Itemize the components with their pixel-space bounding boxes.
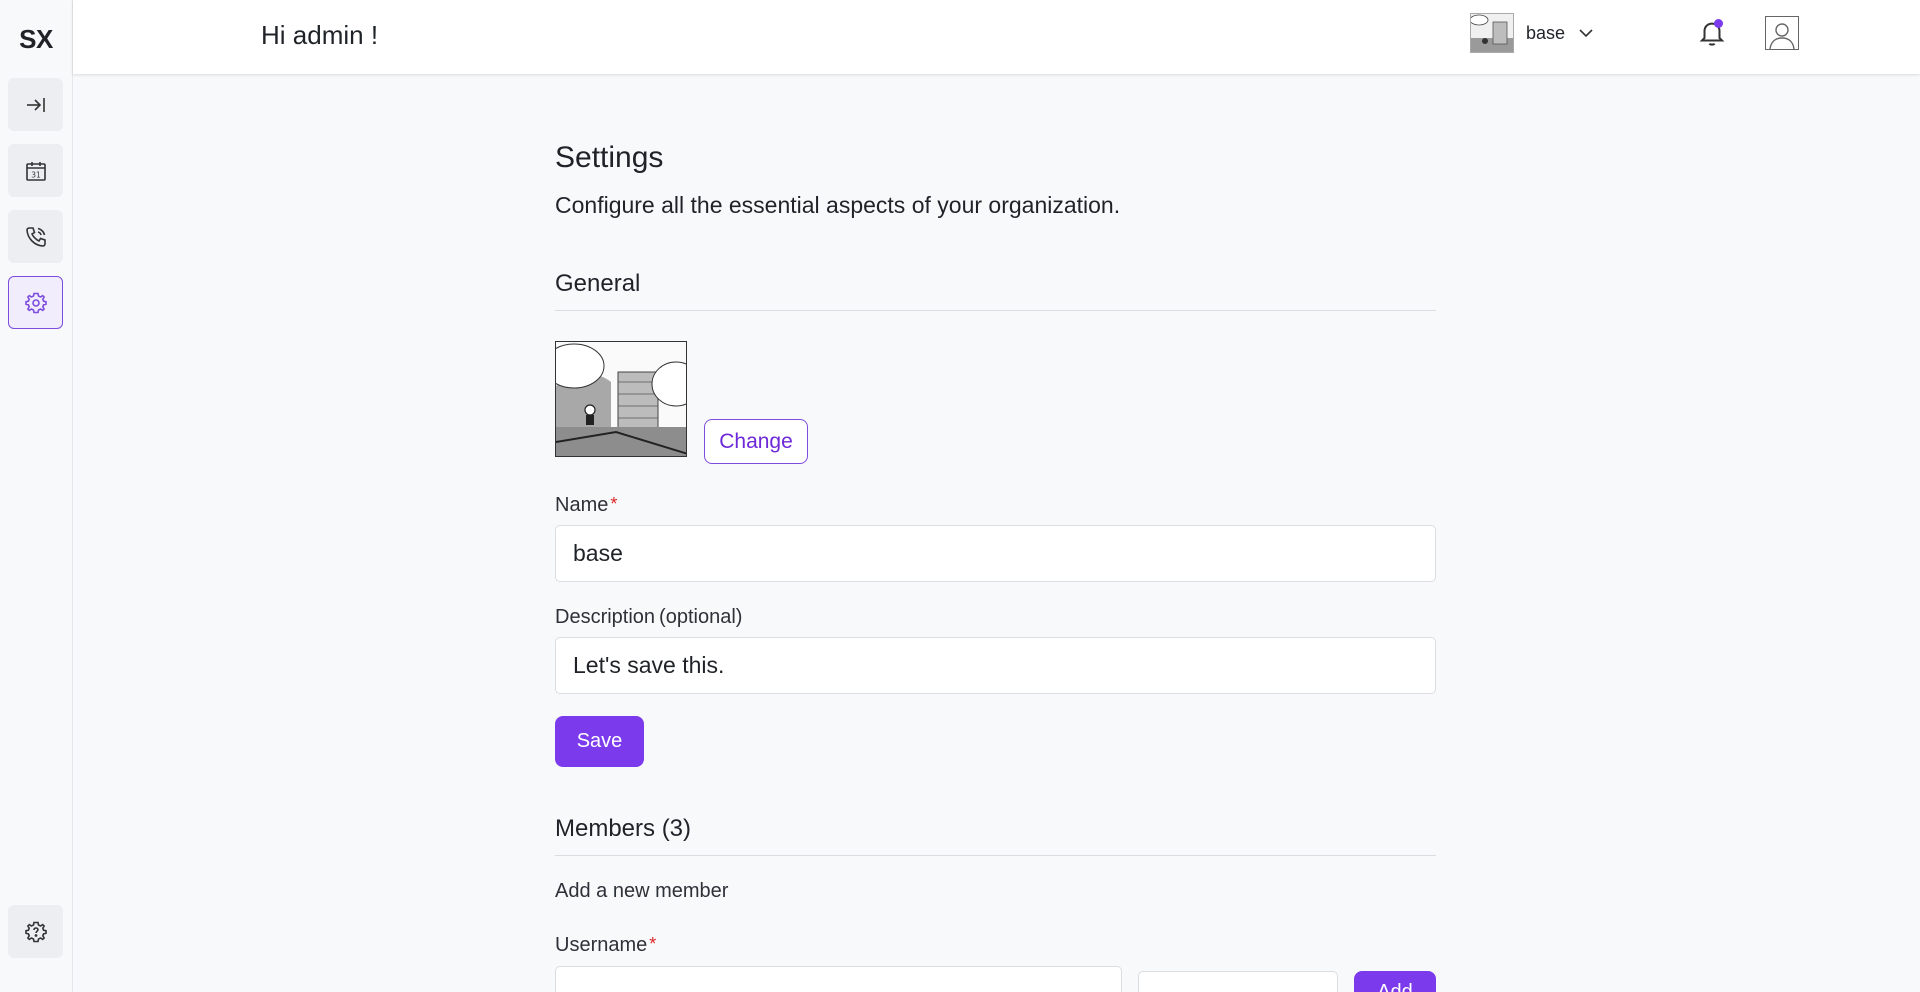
collapse-arrow-icon — [26, 97, 45, 112]
username-input[interactable] — [555, 966, 1122, 992]
gear-icon — [24, 292, 47, 313]
members-section-title: Members (3) — [555, 815, 692, 842]
sidebar-item-settings[interactable] — [8, 276, 63, 329]
organization-thumbnail — [1470, 13, 1514, 53]
name-label: Name * — [555, 494, 618, 516]
svg-text:31: 31 — [31, 170, 41, 179]
description-input[interactable] — [555, 637, 1436, 694]
username-label: Username * — [555, 934, 657, 956]
app-logo: SX — [19, 24, 53, 54]
phone-icon — [25, 226, 46, 247]
sidebar-item-calls[interactable] — [8, 210, 63, 263]
general-divider — [555, 310, 1436, 311]
organization-switcher[interactable]: base — [1470, 13, 1595, 53]
help-button[interactable] — [8, 905, 63, 958]
required-asterisk: * — [649, 934, 657, 954]
greeting-text: Hi admin ! — [261, 20, 379, 50]
top-header: Hi admin ! base — [73, 0, 1920, 74]
notifications-button[interactable] — [1697, 18, 1727, 48]
notification-badge — [1714, 19, 1723, 28]
name-input[interactable] — [555, 525, 1436, 582]
calendar-icon: 31 — [25, 161, 46, 181]
save-button[interactable]: Save — [555, 716, 644, 767]
organization-name: base — [1526, 22, 1566, 43]
organization-image — [555, 341, 687, 457]
page-title: Settings — [555, 141, 664, 174]
add-member-button[interactable]: Add — [1354, 971, 1436, 992]
chevron-down-icon — [1579, 29, 1593, 38]
collapse-sidebar-button[interactable] — [8, 78, 63, 131]
required-asterisk: * — [610, 494, 618, 514]
help-gear-icon — [24, 921, 47, 942]
user-avatar[interactable] — [1765, 16, 1799, 50]
general-section-title: General — [555, 270, 641, 297]
role-select[interactable] — [1138, 971, 1338, 992]
change-image-button[interactable]: Change — [704, 419, 808, 464]
add-member-heading: Add a new member — [555, 880, 729, 902]
members-divider — [555, 855, 1436, 856]
sidebar: SX 31 — [0, 0, 73, 992]
user-icon — [1769, 23, 1795, 49]
page-subtitle: Configure all the essential aspects of y… — [555, 192, 1121, 218]
sidebar-item-calendar[interactable]: 31 — [8, 144, 63, 197]
description-label: Description (optional) — [555, 606, 743, 628]
